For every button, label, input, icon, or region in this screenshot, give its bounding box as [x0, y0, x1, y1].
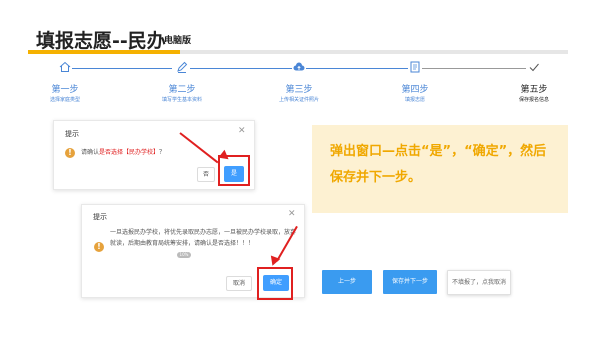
page-subtitle: 电脑版: [164, 36, 192, 46]
step-2-desc: 填写学生基本资料: [161, 97, 202, 103]
dialog-message-prefix: 请确认: [81, 149, 100, 156]
dialog-message: 请确认是否选择【民办学校】？: [81, 147, 165, 159]
step-5-title: 第五步: [520, 85, 548, 95]
cancel-button[interactable]: 取消: [226, 276, 252, 291]
warning-icon: !: [65, 148, 75, 158]
step-3-title: 第三步: [285, 85, 313, 95]
check-icon: [527, 61, 541, 75]
dialog-title: 提示: [93, 213, 107, 221]
dialog-message-suffix: ？: [159, 149, 166, 156]
cancel-registration-button[interactable]: 不填报了，点我取消: [447, 270, 511, 295]
dialog-message-highlight: 是否选择【民办学校】: [99, 149, 160, 156]
step-1-desc: 选择家庭类型: [49, 97, 80, 103]
step-3-desc: 上传相关证件照片: [278, 97, 319, 103]
step-4-title: 第四步: [401, 85, 429, 95]
progress-badge: 10%: [177, 252, 191, 258]
step-4-desc: 填报志愿: [404, 97, 425, 103]
step-5-desc: 保存报名信息: [518, 97, 549, 103]
close-icon[interactable]: ✕: [238, 126, 246, 136]
step-1-title: 第一步: [51, 85, 79, 95]
no-button[interactable]: 否: [197, 167, 215, 182]
upload-icon: [292, 61, 306, 75]
edit-icon: [175, 61, 189, 75]
step-connector: [306, 68, 408, 69]
document-icon: [408, 61, 422, 75]
close-icon[interactable]: ✕: [288, 209, 296, 219]
confirm-highlight-box: [257, 267, 293, 300]
dialog-message: 一旦选报民办学校，将优先录取民办志愿，一旦被民办学校录取，放弃就读，后期由教育局…: [110, 229, 297, 247]
warning-icon: !: [94, 242, 104, 252]
step-connector: [190, 68, 292, 69]
page-title: 填报志愿--民办: [36, 30, 166, 52]
step-2-title: 第二步: [168, 85, 196, 95]
home-icon: [58, 61, 72, 75]
instruction-text: 弹出窗口—点击“是”，“确定”，然后保存并下一步。: [330, 144, 547, 185]
save-next-button[interactable]: 保存并下一步: [383, 270, 437, 294]
prev-step-button[interactable]: 上一步: [322, 270, 372, 294]
dialog-title: 提示: [65, 130, 79, 138]
step-connector: [422, 68, 526, 69]
title-accent-bar: [28, 50, 180, 54]
step-connector: [72, 68, 172, 69]
